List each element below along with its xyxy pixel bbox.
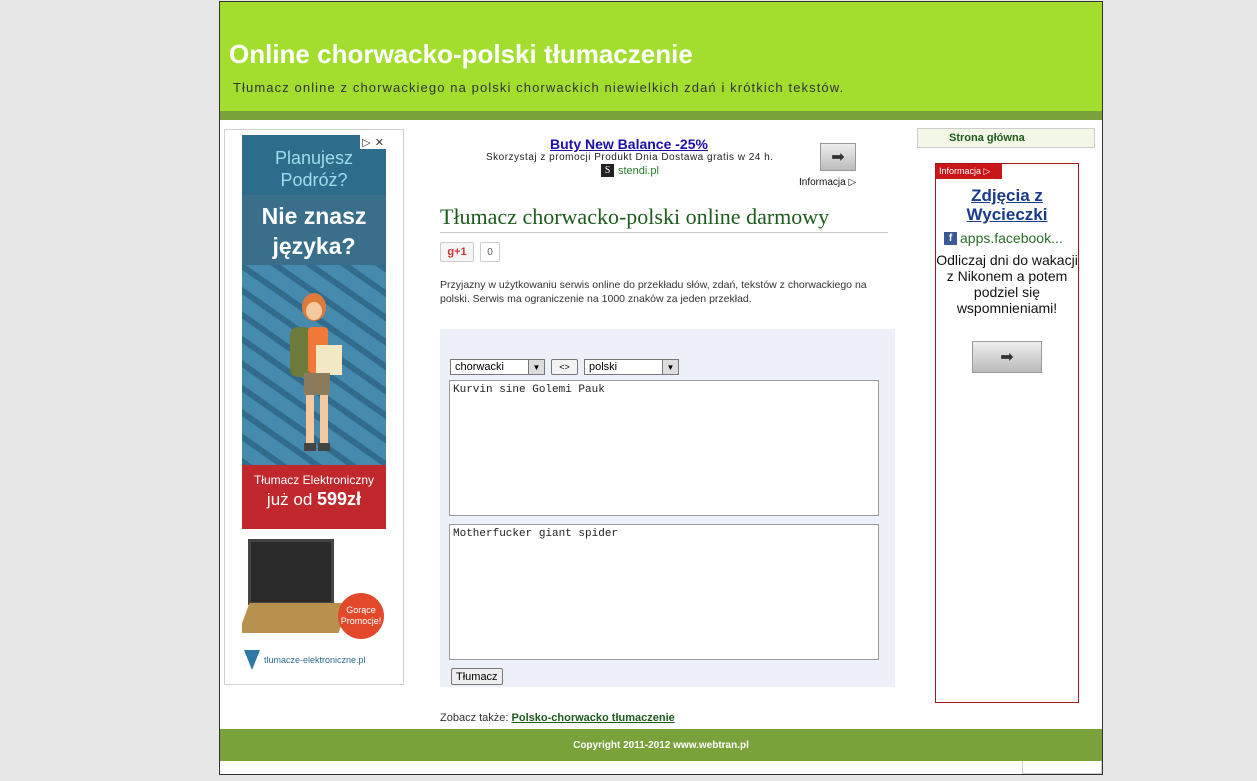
ad-product-panel: Gorące Promocje! tlumacze-elektroniczne.… (242, 529, 386, 675)
ad-logo-icon (244, 650, 260, 670)
ad-headline-2: Nie znasz języka? (261, 203, 367, 259)
page: Online chorwacko-polski tłumaczenie Tłum… (219, 1, 1103, 775)
page-title: Tłumacz chorwacko-polski online darmowy (440, 204, 888, 233)
ad-info-badge[interactable]: Informacja ▷ (936, 164, 1002, 179)
text-ad-info-link[interactable]: Informacja ▷ (799, 177, 856, 188)
right-ad-arrow-button[interactable]: ➡ (972, 341, 1042, 373)
right-ad-title[interactable]: Zdjęcia z Wycieczki (936, 186, 1078, 224)
ad-traveler-illustration (242, 265, 386, 465)
see-also-label: Zobacz także: (440, 712, 512, 724)
right-ad-description: Odliczaj dni do wakacji z Nikonem a pote… (936, 252, 1078, 316)
ad-product-name: Tłumacz Elektroniczny (253, 473, 375, 487)
site-header: Online chorwacko-polski tłumaczenie Tłum… (220, 2, 1102, 111)
google-plus-icon: g (447, 246, 455, 258)
ad-promo-badge: Gorące Promocje! (338, 593, 384, 639)
chevron-down-icon[interactable]: ▼ (662, 360, 678, 374)
ad-logo-text: tlumacze-elektroniczne.pl (264, 655, 366, 665)
nav-home-link[interactable]: Strona główna (917, 128, 1095, 148)
swap-languages-button[interactable]: <> (551, 359, 578, 375)
ad-banner-image[interactable]: Planujesz Podróż? Nie znasz języka? Tłum… (242, 135, 386, 675)
source-text-area[interactable]: Kurvin sine Golemi Pauk (449, 380, 879, 516)
arrow-right-icon: ➡ (831, 149, 845, 166)
source-language-value: chorwacki (455, 361, 504, 373)
see-also-link[interactable]: Polsko-chorwacko tłumaczenie (512, 712, 675, 724)
copyright-text: Copyright 2011-2012 www.webtran.pl (573, 739, 749, 751)
footer-tab (1022, 761, 1102, 774)
target-language-select[interactable]: polski ▼ (584, 359, 679, 375)
chevron-down-icon[interactable]: ▼ (528, 360, 544, 374)
close-icon[interactable]: ✕ (375, 136, 384, 149)
translated-text-area[interactable]: Motherfucker giant spider (449, 524, 879, 660)
laptop-icon (248, 539, 334, 605)
arrow-right-icon: ➡ (1000, 349, 1014, 366)
ad-headline-1: Planujesz Podróż? (274, 148, 354, 190)
ad-logo: tlumacze-elektroniczne.pl (242, 645, 386, 675)
site-title: Online chorwacko-polski tłumaczenie (229, 39, 693, 69)
google-plus-widget[interactable]: g +1 0 (440, 242, 500, 262)
google-plus-label: +1 (454, 246, 467, 258)
text-ad-source[interactable]: S stendi.pl (601, 164, 659, 177)
ad-price-prefix: już od (266, 490, 318, 509)
language-selector-row: chorwacki ▼ <> polski ▼ (450, 359, 679, 375)
facebook-icon: f (944, 231, 957, 245)
text-ad-description: Skorzystaj z promocji Produkt Dnia Dosta… (486, 152, 774, 163)
stendi-logo-icon: S (601, 164, 614, 177)
see-also: Zobacz także: Polsko-chorwacko tłumaczen… (440, 712, 675, 724)
header-divider (220, 111, 1102, 120)
translator-panel: chorwacki ▼ <> polski ▼ Kurvin sine Gole… (440, 329, 895, 687)
ad-price-panel: Tłumacz Elektroniczny już od 599zł (242, 465, 386, 529)
ad-price-value: 599zł (317, 489, 362, 509)
google-plus-button[interactable]: g +1 (440, 242, 474, 262)
text-ad-headline[interactable]: Buty New Balance -25% (550, 136, 708, 152)
adchoices-icon[interactable]: ▷ (362, 136, 370, 149)
google-plus-count: 0 (480, 242, 500, 262)
ad-price-line: już od 599zł (242, 489, 386, 510)
right-ad-source[interactable]: f apps.facebook... (944, 230, 1063, 246)
source-language-select[interactable]: chorwacki ▼ (450, 359, 545, 375)
right-ad[interactable]: Informacja ▷ Zdjęcia z Wycieczki f apps.… (935, 163, 1079, 703)
laptop-keyboard-icon (242, 603, 350, 633)
traveler-icon (290, 293, 342, 451)
text-ad-source-url[interactable]: stendi.pl (618, 165, 659, 177)
intro-text: Przyjazny w użytkowaniu serwis online do… (440, 279, 867, 305)
right-ad-source-url[interactable]: apps.facebook... (960, 230, 1063, 246)
site-footer: Copyright 2011-2012 www.webtran.pl (220, 729, 1102, 761)
text-ad[interactable]: Buty New Balance -25% Skorzystaj z promo… (440, 136, 880, 196)
left-banner-ad[interactable]: Planujesz Podróż? Nie znasz języka? Tłum… (224, 129, 404, 685)
ad-choices-close[interactable]: ▷ ✕ (360, 135, 386, 149)
text-ad-arrow-button[interactable]: ➡ (820, 143, 856, 171)
site-subtitle: Tłumacz online z chorwackiego na polski … (233, 80, 845, 95)
translate-button[interactable]: Tłumacz (451, 668, 503, 685)
target-language-value: polski (589, 361, 618, 373)
